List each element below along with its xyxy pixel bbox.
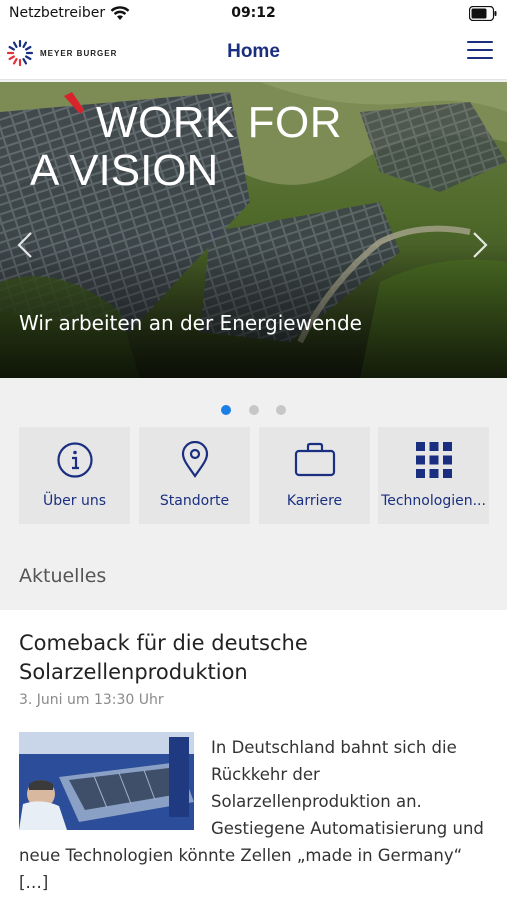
carousel-pagination <box>0 400 507 415</box>
hero-headline-line1: WORK FOR <box>96 98 342 147</box>
nav-bar: MEYER BURGER Home <box>0 28 507 80</box>
hero-carousel[interactable]: WORK FOR A VISION Wir arbeiten an der En… <box>0 82 507 378</box>
brand-accent-mark <box>64 92 84 114</box>
tile-label: Standorte <box>159 493 230 509</box>
clock: 09:12 <box>231 5 276 21</box>
hero-headline-line2: A VISION <box>30 146 219 195</box>
status-bar: Netzbetreiber 09:12 <box>0 0 507 28</box>
tile-label: Über uns <box>43 493 106 509</box>
chevron-right-icon[interactable] <box>469 230 491 260</box>
pagination-dot-3[interactable] <box>275 405 286 415</box>
section-title: Aktuelles <box>19 565 107 587</box>
location-pin-icon <box>181 441 208 478</box>
pagination-dot-2[interactable] <box>248 405 259 415</box>
tile-karriere[interactable]: Karriere <box>259 427 370 524</box>
article-title[interactable]: Comeback für die deutsche Solarzellenpro… <box>19 629 489 687</box>
hamburger-menu-icon[interactable] <box>467 41 493 63</box>
tile-standorte[interactable]: Standorte <box>139 427 250 524</box>
tile-technologien[interactable]: Technologien... <box>378 427 489 524</box>
grid-icon <box>415 442 452 478</box>
page-title: Home <box>227 41 280 62</box>
article-date: 3. Juni um 13:30 Uhr <box>19 692 164 708</box>
pagination-dot-1[interactable] <box>221 405 232 415</box>
briefcase-icon <box>294 442 335 477</box>
battery-icon <box>469 6 497 21</box>
news-article-card[interactable]: Comeback für die deutsche Solarzellenpro… <box>0 610 507 900</box>
tile-ueber-uns[interactable]: Über uns <box>19 427 130 524</box>
hero-caption: Wir arbeiten an der Energiewende <box>19 311 362 335</box>
tile-label: Karriere <box>286 493 343 509</box>
chevron-left-icon[interactable] <box>14 230 36 260</box>
info-icon <box>56 442 93 478</box>
article-excerpt: In Deutschland bahnt sich die Rückkehr d… <box>19 738 484 892</box>
tile-label: Technologien... <box>381 493 486 509</box>
quick-links: Über uns Standorte Karriere Technologien… <box>19 427 489 524</box>
